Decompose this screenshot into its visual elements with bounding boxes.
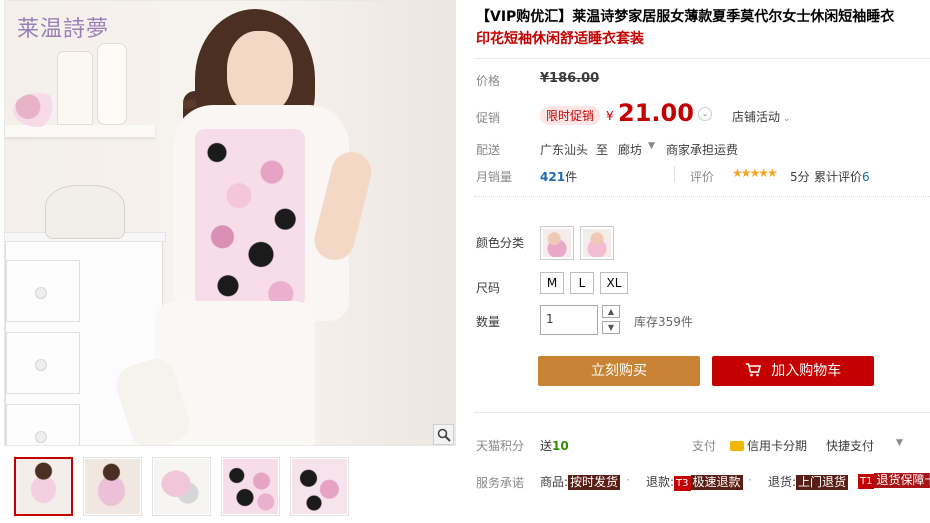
t1-badge: T1 bbox=[858, 474, 875, 489]
total-reviews-label: 累计评价 bbox=[814, 170, 863, 184]
rating-score: 5分 bbox=[790, 170, 810, 184]
payment-label: 支付 bbox=[692, 439, 717, 453]
monthly-sales-label: 月销量 bbox=[476, 170, 513, 184]
vase-decoration bbox=[57, 51, 93, 125]
service-label: 服务承诺 bbox=[476, 476, 525, 490]
divider bbox=[474, 412, 930, 413]
product-title-line1: 【VIP购优汇】莱温诗梦家居服女薄款夏季莫代尔女士休闲短袖睡衣 bbox=[476, 9, 895, 25]
thumbnail-5[interactable] bbox=[290, 457, 349, 516]
cart-icon bbox=[745, 363, 771, 379]
promo-label: 促销 bbox=[476, 111, 501, 125]
flower-decoration bbox=[13, 93, 63, 127]
add-to-cart-label: 加入购物车 bbox=[771, 363, 842, 379]
ship-from: 广东汕头 bbox=[540, 143, 589, 157]
quantity-decrease-button[interactable]: ▼ bbox=[602, 321, 620, 334]
stock-count: 库存359件 bbox=[634, 315, 693, 329]
quick-pay-option[interactable]: 快捷支付 bbox=[826, 437, 874, 454]
current-price: 21.00 bbox=[618, 99, 694, 127]
credit-card-label: 信用卡分期 bbox=[747, 439, 808, 453]
promo-tag: 限时促销 bbox=[540, 106, 601, 125]
sales-count: 421 bbox=[540, 170, 566, 184]
home-pickup-return-tag: 上门退货 bbox=[796, 475, 849, 490]
thumbnail-strip bbox=[14, 457, 349, 516]
divider bbox=[674, 166, 675, 182]
rating-label: 评价 bbox=[690, 170, 715, 184]
buy-now-button[interactable]: 立刻购买 bbox=[538, 356, 700, 386]
zoom-icon[interactable] bbox=[433, 424, 454, 445]
brand-logo: 莱温詩夢 bbox=[17, 17, 110, 42]
points-send: 送 bbox=[540, 439, 553, 453]
pajama-print bbox=[195, 129, 305, 325]
service-guarantee[interactable]: T1退货保障卡 bbox=[858, 473, 930, 489]
product-title-line2: 印花短袖休闲舒适睡衣套装 bbox=[476, 31, 644, 47]
chevron-down-icon: ⌄ bbox=[780, 114, 791, 124]
points-label: 天猫积分 bbox=[476, 439, 525, 453]
service-refund[interactable]: 退款: T3 极速退款 bbox=[646, 473, 743, 491]
quantity-label: 数量 bbox=[476, 315, 501, 329]
points-value: 送10 bbox=[540, 437, 569, 454]
monthly-sales: 421件 bbox=[540, 168, 577, 185]
color-swatch-2[interactable] bbox=[580, 226, 614, 260]
shop-promo-label: 店铺活动 bbox=[732, 110, 781, 124]
destination-city-select[interactable]: 廊坊 bbox=[618, 141, 642, 158]
main-product-image[interactable]: 莱温詩夢 bbox=[4, 0, 456, 446]
product-title: 【VIP购优汇】莱温诗梦家居服女薄款夏季莫代尔女士休闲短袖睡衣 印花短袖休闲舒适… bbox=[476, 6, 926, 50]
credit-card-installment[interactable]: 信用卡分期 bbox=[730, 437, 807, 454]
service-goods[interactable]: 商品: 按时发货 bbox=[540, 473, 621, 490]
product-info-panel: 【VIP购优汇】莱温诗梦家居服女薄款夏季莫代尔女士休闲短袖睡衣 印花短袖休闲舒适… bbox=[474, 0, 930, 523]
size-label: 尺码 bbox=[476, 281, 501, 295]
shipping-label: 配送 bbox=[476, 143, 501, 157]
add-to-cart-button[interactable]: 加入购物车 bbox=[712, 356, 874, 386]
points-amount: 10 bbox=[552, 439, 569, 453]
thumbnail-4[interactable] bbox=[221, 457, 280, 516]
divider bbox=[474, 58, 930, 59]
color-label: 颜色分类 bbox=[476, 236, 525, 250]
ship-to-word: 至 bbox=[596, 143, 609, 157]
size-option-xl[interactable]: XL bbox=[600, 272, 628, 294]
price-label: 价格 bbox=[476, 74, 501, 88]
currency-symbol: ¥ bbox=[606, 109, 614, 123]
telephone-decoration bbox=[45, 185, 125, 239]
total-reviews-count: 6 bbox=[862, 170, 870, 184]
return-guarantee-tag: 退货保障卡 bbox=[874, 473, 930, 488]
thumbnail-2[interactable] bbox=[83, 457, 142, 516]
quantity-increase-button[interactable]: ▲ bbox=[602, 305, 620, 318]
credit-card-icon bbox=[730, 441, 744, 451]
caret-down-icon[interactable]: ▼ bbox=[896, 438, 903, 448]
shelf-decoration bbox=[5, 125, 155, 137]
caret-down-icon[interactable]: ▼ bbox=[648, 141, 655, 151]
size-option-l[interactable]: L bbox=[570, 272, 594, 294]
thumbnail-3[interactable] bbox=[152, 457, 211, 516]
sales-unit: 件 bbox=[565, 170, 578, 184]
service-return[interactable]: 退货: 上门退货 bbox=[768, 473, 849, 490]
shop-promo-dropdown[interactable]: 店铺活动 ⌄ bbox=[732, 108, 790, 125]
total-reviews-link[interactable]: 累计评价6 bbox=[814, 168, 870, 185]
color-swatch-1[interactable] bbox=[540, 226, 574, 260]
quantity-input[interactable]: 1 bbox=[540, 305, 598, 335]
size-option-m[interactable]: M bbox=[540, 272, 564, 294]
star-rating-icon: ★★★★★ bbox=[732, 166, 778, 180]
chevron-down-icon[interactable]: ⌄ bbox=[698, 107, 712, 121]
thumbnail-1[interactable] bbox=[14, 457, 73, 516]
divider bbox=[474, 196, 930, 197]
fast-refund-tag: 极速退款 bbox=[690, 475, 743, 490]
t3-badge: T3 bbox=[674, 476, 691, 491]
shipping-note: 商家承担运费 bbox=[666, 143, 739, 157]
vase-decoration bbox=[97, 43, 127, 125]
original-price: ¥186.00 bbox=[540, 71, 600, 86]
on-time-shipping-tag: 按时发货 bbox=[568, 475, 621, 490]
